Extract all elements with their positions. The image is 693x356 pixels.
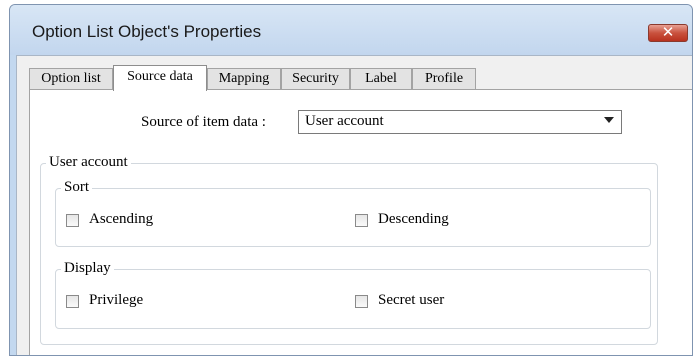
tab-option-list[interactable]: Option list	[29, 68, 113, 90]
sort-legend: Sort	[61, 179, 93, 196]
chevron-down-icon[interactable]	[604, 117, 614, 123]
dialog-client-area: Option list Source data Mapping Security…	[16, 55, 692, 355]
properties-dialog: Option List Object's Properties ✕ Option…	[9, 4, 693, 356]
window-title: Option List Object's Properties	[32, 22, 262, 41]
descending-checkbox[interactable]	[355, 214, 368, 227]
secret-user-checkbox[interactable]	[355, 295, 368, 308]
tab-label[interactable]: Label	[350, 68, 412, 90]
privilege-checkbox[interactable]	[66, 295, 79, 308]
secret-user-label: Secret user	[378, 292, 445, 308]
tab-security[interactable]: Security	[281, 68, 350, 90]
display-group: Display Privilege Secret user	[55, 260, 651, 329]
source-data-panel: Source of item data : User account User …	[29, 89, 692, 355]
descending-label: Descending	[378, 211, 449, 227]
tab-source-data[interactable]: Source data	[113, 65, 207, 91]
source-of-item-data-select[interactable]: User account	[298, 110, 622, 134]
tab-profile[interactable]: Profile	[412, 68, 476, 90]
sort-group: Sort Ascending Descending	[55, 179, 651, 247]
ascending-label: Ascending	[89, 211, 154, 227]
source-of-item-data-label: Source of item data :	[141, 114, 266, 130]
close-icon: ✕	[661, 23, 675, 41]
ascending-checkbox[interactable]	[66, 214, 79, 227]
user-account-group: User account Sort Ascending Descending D…	[40, 154, 658, 345]
user-account-legend: User account	[46, 154, 131, 171]
source-selected-value: User account	[305, 113, 384, 129]
title-bar[interactable]: Option List Object's Properties ✕	[10, 5, 692, 55]
privilege-label: Privilege	[89, 292, 144, 308]
display-legend: Display	[61, 260, 114, 277]
tab-mapping[interactable]: Mapping	[207, 68, 281, 90]
close-button[interactable]: ✕	[648, 23, 688, 42]
